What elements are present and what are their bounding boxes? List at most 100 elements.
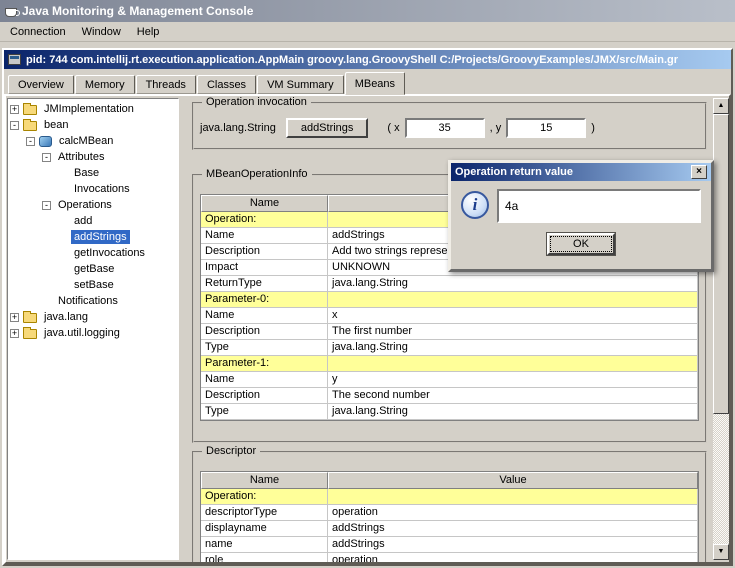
tree-item-getbase[interactable]: getBase xyxy=(8,261,178,277)
tree-item-label: getBase xyxy=(71,262,117,276)
tree-item-add[interactable]: add xyxy=(8,213,178,229)
cell-name: Impact xyxy=(201,260,328,276)
tree-item-getinvocations[interactable]: getInvocations xyxy=(8,245,178,261)
table-row[interactable]: Operation: xyxy=(201,489,698,505)
table-row[interactable]: DescriptionThe second number xyxy=(201,388,698,404)
window-title: Java Monitoring & Management Console xyxy=(22,4,253,18)
dialog-titlebar[interactable]: Operation return value xyxy=(451,163,711,181)
cell-value: operation xyxy=(328,553,698,562)
cell-value: java.lang.String xyxy=(328,404,698,420)
tree-item-label: java.lang xyxy=(41,310,91,324)
scroll-up-arrow[interactable]: ▲ xyxy=(713,98,729,114)
table-row[interactable]: nameaddStrings xyxy=(201,537,698,553)
column-header-value[interactable]: Value xyxy=(328,472,698,489)
collapse-icon[interactable]: - xyxy=(26,137,35,146)
tree-item-calcmbean[interactable]: -calcMBean xyxy=(8,133,178,149)
tab-mbeans[interactable]: MBeans xyxy=(345,72,405,95)
cell-name: Operation: xyxy=(201,489,328,505)
table-row[interactable]: DescriptionThe first number xyxy=(201,324,698,340)
separator-label: , y xyxy=(490,122,502,134)
tree-spacer xyxy=(58,281,67,290)
addstrings-invoke-button[interactable]: addStrings xyxy=(286,118,369,138)
param-y-input[interactable] xyxy=(506,118,586,138)
tree-item-operations[interactable]: -Operations xyxy=(8,197,178,213)
expand-icon[interactable]: + xyxy=(10,313,19,322)
collapse-icon[interactable]: - xyxy=(42,201,51,210)
mbean-operation-info-title: MBeanOperationInfo xyxy=(202,168,312,180)
table-row[interactable]: ReturnTypejava.lang.String xyxy=(201,276,698,292)
folder-icon xyxy=(23,329,37,339)
dialog-title: Operation return value xyxy=(455,166,691,178)
cell-name: Parameter-0: xyxy=(201,292,328,308)
collapse-icon[interactable]: - xyxy=(42,153,51,162)
menu-window[interactable]: Window xyxy=(74,23,129,41)
tree-spacer xyxy=(58,217,67,226)
tab-threads[interactable]: Threads xyxy=(136,75,196,94)
ok-button[interactable]: OK xyxy=(547,233,615,255)
cell-value xyxy=(328,292,698,308)
cell-name: Name xyxy=(201,228,328,244)
tree-item-label: Attributes xyxy=(55,150,107,164)
tree-item-label: JMImplementation xyxy=(41,102,137,116)
tree-item-label: getInvocations xyxy=(71,246,148,260)
tree-spacer xyxy=(58,185,67,194)
frame-titlebar[interactable]: pid: 744 com.intellij.rt.execution.appli… xyxy=(4,50,731,69)
tree-indent xyxy=(8,285,56,286)
dialog-close-icon[interactable] xyxy=(691,165,707,179)
tree-item-label: bean xyxy=(41,118,71,132)
tree-item-java-lang[interactable]: + java.lang xyxy=(8,309,178,325)
scrollbar-thumb[interactable] xyxy=(713,114,729,414)
table-row[interactable]: Namex xyxy=(201,308,698,324)
cell-name: Description xyxy=(201,388,328,404)
tree-item-addstrings[interactable]: addStrings xyxy=(8,229,178,245)
operation-invocation-title: Operation invocation xyxy=(202,96,311,108)
tree-item-label: add xyxy=(71,214,95,228)
table-row[interactable]: Parameter-0: xyxy=(201,292,698,308)
menu-connection[interactable]: Connection xyxy=(2,23,74,41)
tree-item-base[interactable]: Base xyxy=(8,165,178,181)
tree-item-attributes[interactable]: -Attributes xyxy=(8,149,178,165)
expand-icon[interactable]: + xyxy=(10,329,19,338)
paren-close-label: ) xyxy=(591,122,595,134)
tree-item-setbase[interactable]: setBase xyxy=(8,277,178,293)
table-row[interactable]: descriptorTypeoperation xyxy=(201,505,698,521)
tree-spacer xyxy=(58,233,67,242)
tab-memory[interactable]: Memory xyxy=(75,75,135,94)
cell-value: The second number xyxy=(328,388,698,404)
tree-item-java-util-logging[interactable]: +java.util.logging xyxy=(8,325,178,341)
tree-item-label: Invocations xyxy=(71,182,133,196)
table-row[interactable]: Namey xyxy=(201,372,698,388)
expand-icon[interactable]: + xyxy=(10,105,19,114)
descriptor-title: Descriptor xyxy=(202,445,260,457)
column-header-name[interactable]: Name xyxy=(201,472,328,489)
collapse-icon[interactable]: - xyxy=(10,121,19,130)
tab-classes[interactable]: Classes xyxy=(197,75,256,94)
menu-help[interactable]: Help xyxy=(129,23,168,41)
tab-overview[interactable]: Overview xyxy=(8,75,74,94)
cell-name: Type xyxy=(201,340,328,356)
table-row[interactable]: Parameter-1: xyxy=(201,356,698,372)
tree-item-invocations[interactable]: Invocations xyxy=(8,181,178,197)
table-row[interactable]: Typejava.lang.String xyxy=(201,404,698,420)
window-titlebar: Java Monitoring & Management Console xyxy=(0,0,735,22)
tree-item-jmimplementation[interactable]: + JMImplementation xyxy=(8,101,178,117)
return-type-label: java.lang.String xyxy=(200,122,276,134)
column-header-name[interactable]: Name xyxy=(201,195,328,212)
scroll-down-arrow[interactable]: ▼ xyxy=(713,544,729,560)
tree-item-bean[interactable]: - bean xyxy=(8,117,178,133)
table-row[interactable]: Typejava.lang.String xyxy=(201,340,698,356)
vertical-scrollbar[interactable]: ▲ ▼ xyxy=(713,98,729,560)
folder-open-icon xyxy=(23,121,37,131)
tree-indent xyxy=(8,189,56,190)
param-x-input[interactable] xyxy=(405,118,485,138)
tree-item-notifications[interactable]: Notifications xyxy=(8,293,178,309)
table-row[interactable]: roleoperation xyxy=(201,553,698,562)
return-value-field[interactable] xyxy=(497,189,701,223)
descriptor-table: NameValueOperation:descriptorTypeoperati… xyxy=(200,471,699,562)
cell-value: operation xyxy=(328,505,698,521)
table-row[interactable]: displaynameaddStrings xyxy=(201,521,698,537)
tree-indent xyxy=(8,141,24,142)
tab-vm-summary[interactable]: VM Summary xyxy=(257,75,344,94)
cell-name: Type xyxy=(201,404,328,420)
java-coffee-icon xyxy=(5,8,17,17)
